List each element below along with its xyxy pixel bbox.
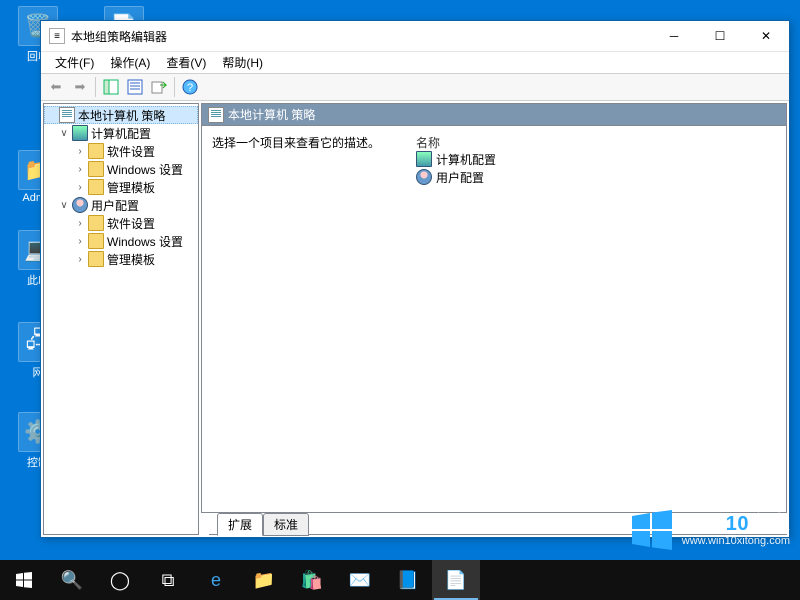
tree-node-windows-settings[interactable]: › Windows 设置: [44, 160, 198, 178]
taskbar-cortana-button[interactable]: ◯: [96, 560, 144, 600]
toolbar-properties-button[interactable]: [124, 76, 146, 98]
menubar: 文件(F) 操作(A) 查看(V) 帮助(H): [41, 51, 789, 73]
wm-blue: 10: [726, 513, 749, 535]
menu-file[interactable]: 文件(F): [47, 52, 102, 73]
expand-icon[interactable]: ›: [74, 182, 86, 193]
minimize-button[interactable]: ─: [651, 21, 697, 51]
tree-label: Windows 设置: [106, 233, 183, 250]
window-title: 本地组策略编辑器: [71, 28, 651, 45]
collapse-icon[interactable]: ∨: [58, 128, 70, 139]
list-item-label: 计算机配置: [436, 151, 496, 168]
window-icon: ≡: [49, 28, 65, 44]
tree-node-admin-templates-user[interactable]: › 管理模板: [44, 250, 198, 268]
folder-icon: [88, 143, 104, 159]
folder-icon: [88, 161, 104, 177]
tree-label: 计算机配置: [90, 125, 151, 142]
taskbar-gpedit-button[interactable]: 📄: [432, 560, 480, 600]
toolbar-show-hide-tree-button[interactable]: [100, 76, 122, 98]
taskbar-edge-button[interactable]: e: [192, 560, 240, 600]
list-item-user-config[interactable]: 用户配置: [412, 168, 780, 186]
nav-forward-button: ➡: [69, 76, 91, 98]
tree-node-software-settings[interactable]: › 软件设置: [44, 142, 198, 160]
column-header-name[interactable]: 名称: [412, 132, 780, 150]
tree-label: 软件设置: [106, 143, 155, 160]
gpedit-window: ≡ 本地组策略编辑器 ─ ☐ ✕ 文件(F) 操作(A) 查看(V) 帮助(H)…: [40, 20, 790, 538]
folder-icon: [88, 179, 104, 195]
wm-url: www.win10xitong.com: [682, 535, 790, 547]
tab-standard[interactable]: 标准: [263, 513, 309, 536]
description-column: 选择一个项目来查看它的描述。: [202, 126, 405, 512]
wm-suffix: 之家: [749, 513, 790, 535]
tree-node-admin-templates[interactable]: › 管理模板: [44, 178, 198, 196]
computer-icon: [416, 151, 432, 167]
expand-icon[interactable]: ›: [74, 164, 86, 175]
close-button[interactable]: ✕: [743, 21, 789, 51]
tree-node-user-config[interactable]: ∨ 用户配置: [44, 196, 198, 214]
menu-help[interactable]: 帮助(H): [214, 52, 271, 73]
windows-logo-icon: [630, 508, 674, 552]
watermark: Win10之家 www.win10xitong.com: [630, 508, 790, 552]
taskbar-mail-button[interactable]: ✉️: [336, 560, 384, 600]
toolbar-export-button[interactable]: [148, 76, 170, 98]
tree-label: 软件设置: [106, 215, 155, 232]
expand-icon[interactable]: ›: [74, 254, 86, 265]
details-content: 选择一个项目来查看它的描述。 名称 计算机配置 用户配置: [201, 125, 787, 513]
folder-icon: [88, 251, 104, 267]
taskbar[interactable]: 🔍 ◯ ⧉ e 📁 🛍️ ✉️ 📘 📄: [0, 560, 800, 600]
tab-extended[interactable]: 扩展: [217, 513, 263, 536]
toolbar-help-button[interactable]: ?: [179, 76, 201, 98]
list-column[interactable]: 名称 计算机配置 用户配置: [405, 126, 786, 512]
tree-node-root[interactable]: ▾本地计算机 策略: [44, 106, 198, 124]
expand-icon[interactable]: ›: [74, 236, 86, 247]
titlebar[interactable]: ≡ 本地组策略编辑器 ─ ☐ ✕: [41, 21, 789, 51]
computer-icon: [72, 125, 88, 141]
tree-node-windows-settings-user[interactable]: › Windows 设置: [44, 232, 198, 250]
user-icon: [416, 169, 432, 185]
toolbar: ⬅ ➡ ?: [41, 73, 789, 101]
tree-label: 本地计算机 策略: [77, 107, 165, 124]
svg-text:?: ?: [187, 82, 193, 94]
details-header: 本地计算机 策略: [201, 103, 787, 125]
taskbar-explorer-button[interactable]: 📁: [240, 560, 288, 600]
taskbar-store-button[interactable]: 🛍️: [288, 560, 336, 600]
taskbar-search-button[interactable]: 🔍: [48, 560, 96, 600]
tree-label: Windows 设置: [106, 161, 183, 178]
tree-label: 管理模板: [106, 179, 155, 196]
tree-pane[interactable]: ▾本地计算机 策略 ∨ 计算机配置 › 软件设置 › Windows 设置 › 管理模板…: [43, 103, 199, 535]
folder-icon: [88, 215, 104, 231]
taskbar-app-button[interactable]: 📘: [384, 560, 432, 600]
description-text: 选择一个项目来查看它的描述。: [212, 134, 395, 151]
collapse-icon[interactable]: ∨: [58, 200, 70, 211]
user-icon: [72, 197, 88, 213]
maximize-button[interactable]: ☐: [697, 21, 743, 51]
toolbar-separator: [95, 77, 96, 97]
menu-action[interactable]: 操作(A): [102, 52, 158, 73]
menu-view[interactable]: 查看(V): [158, 52, 214, 73]
wm-prefix: Win: [688, 513, 726, 535]
tree-label: 管理模板: [106, 251, 155, 268]
taskbar-taskview-button[interactable]: ⧉: [144, 560, 192, 600]
start-button[interactable]: [0, 560, 48, 600]
tree-label: 用户配置: [90, 197, 139, 214]
list-item-label: 用户配置: [436, 169, 484, 186]
nav-back-button: ⬅: [45, 76, 67, 98]
details-header-title: 本地计算机 策略: [228, 106, 315, 123]
tree-node-computer-config[interactable]: ∨ 计算机配置: [44, 124, 198, 142]
list-item-computer-config[interactable]: 计算机配置: [412, 150, 780, 168]
tree-node-software-settings-user[interactable]: › 软件设置: [44, 214, 198, 232]
policy-icon: [59, 107, 75, 123]
folder-icon: [88, 233, 104, 249]
toolbar-separator: [174, 77, 175, 97]
expand-icon[interactable]: ›: [74, 218, 86, 229]
policy-icon: [208, 107, 224, 123]
expand-icon[interactable]: ›: [74, 146, 86, 157]
